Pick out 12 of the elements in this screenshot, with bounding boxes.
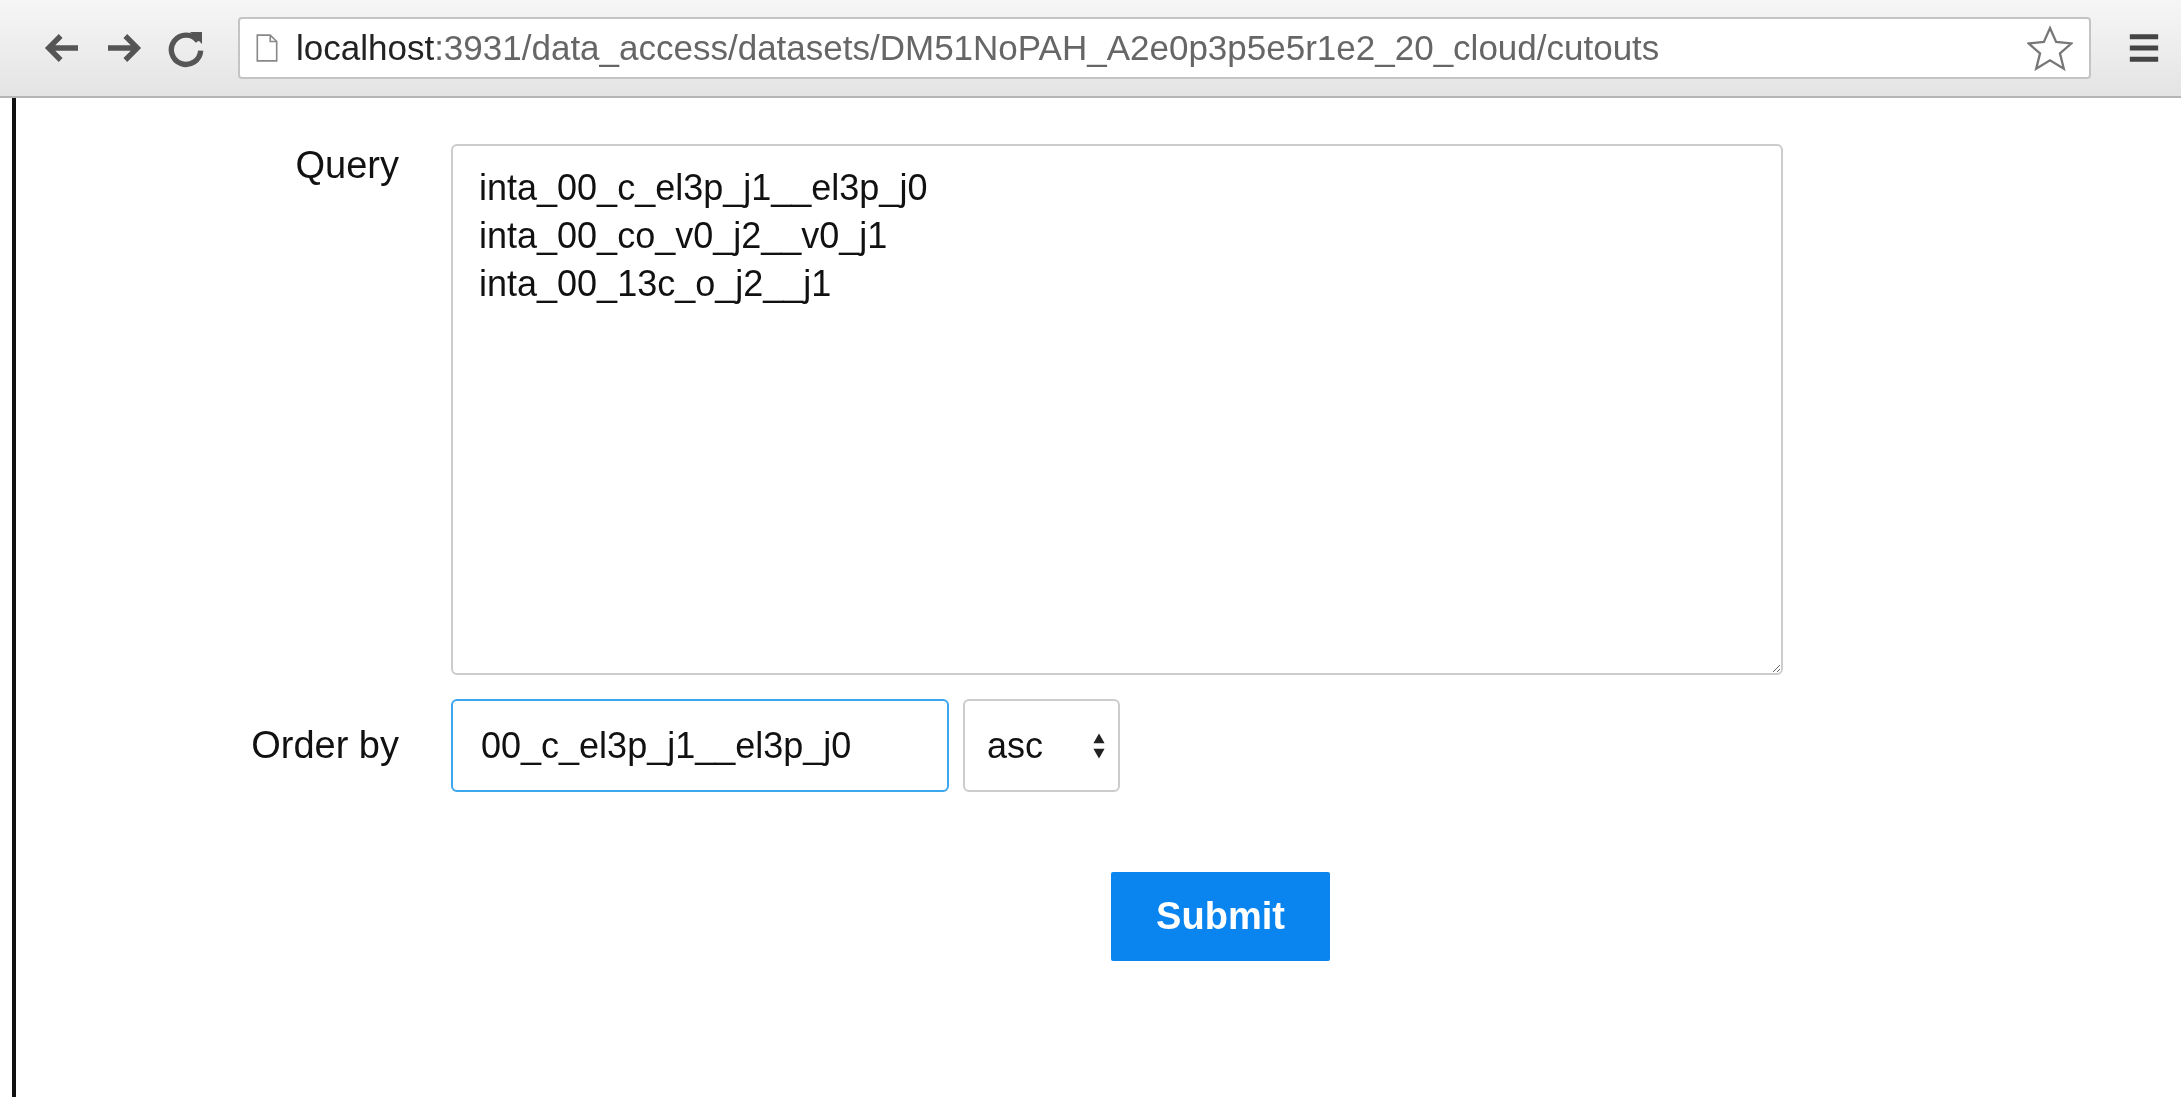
order-by-field[interactable]: 00_c_el3p_j1__el3p_j0 xyxy=(451,699,949,792)
url-text: localhost:3931/data_access/datasets/DM51NoPAH_A2e0p3p5e5r1e2_20_cloud/cutouts xyxy=(296,28,1661,68)
menu-icon[interactable] xyxy=(2127,31,2161,65)
star-icon[interactable] xyxy=(2027,25,2073,71)
select-arrows-icon xyxy=(1092,731,1106,760)
submit-button[interactable]: Submit xyxy=(1111,872,1330,961)
query-label: Query xyxy=(294,144,400,187)
query-textarea[interactable]: inta_00_c_el3p_j1__el3p_j0 inta_00_co_v0_j2__v0_j1 inta_00_13c_o_j2__j1 xyxy=(451,144,1783,675)
order-by-label: Order by xyxy=(250,724,400,767)
sort-direction-select[interactable]: asc xyxy=(963,699,1120,792)
page-icon xyxy=(256,34,278,62)
address-bar[interactable]: localhost:3931/data_access/datasets/DM51NoPAH_A2e0p3p5e5r1e2_20_cloud/cutouts xyxy=(238,17,2091,79)
